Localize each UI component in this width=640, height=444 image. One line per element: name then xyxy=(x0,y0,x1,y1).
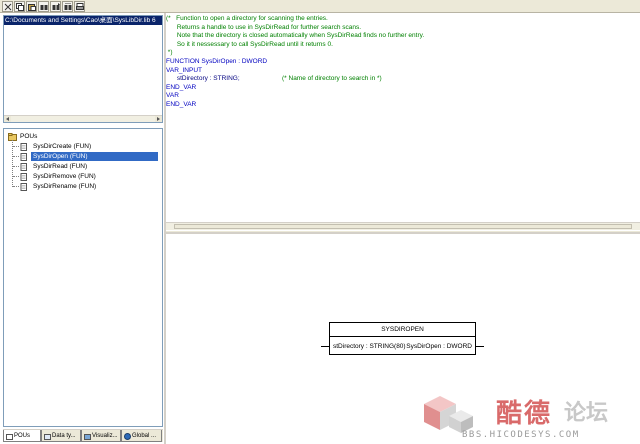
tab-label: Global ... xyxy=(132,433,157,439)
tab-label: Data ty... xyxy=(52,433,76,439)
declaration-horizontal-scrollbar[interactable] xyxy=(166,222,640,230)
function-block[interactable]: SYSDIROPEN stDirectory : STRING(80) SysD… xyxy=(329,322,476,355)
watermark-brand: 酷德 xyxy=(496,399,553,429)
find-icon[interactable] xyxy=(38,1,49,12)
code-line: VAR_INPUT xyxy=(166,66,202,74)
document-icon xyxy=(20,143,28,151)
code-line: FUNCTION SysDirOpen : DWORD xyxy=(166,58,268,65)
cut-icon[interactable] xyxy=(2,1,13,12)
tree-connector xyxy=(13,156,19,157)
code-line: Returns a handle to use in SysDirRead fo… xyxy=(166,23,362,31)
pou-tree: POUs SysDirCreate (FUN) SysDirOpen (FUN)… xyxy=(3,128,163,427)
document-icon xyxy=(20,153,28,161)
replace-icon[interactable] xyxy=(62,1,73,12)
watermark-url: BBS.HICODESYS.COM xyxy=(462,430,580,440)
tab-data-types[interactable]: Data ty... xyxy=(41,430,81,442)
code-line: END_VAR xyxy=(166,101,197,108)
toolbar xyxy=(0,0,640,13)
scroll-left-icon[interactable] xyxy=(4,116,11,122)
function-block-name: SYSDIROPEN xyxy=(381,326,424,333)
library-path[interactable]: C:\Documents and Settings\Cao\桌面\SysLibD… xyxy=(4,16,162,25)
code-line: So it it nessessary to call SysDirRead u… xyxy=(166,40,333,48)
tab-global-variables[interactable]: Global ... xyxy=(121,430,162,442)
code-line: (* Function to open a directory for scan… xyxy=(166,15,328,22)
code-line: VAR xyxy=(166,92,179,100)
library-horizontal-scrollbar[interactable] xyxy=(4,115,162,122)
library-pane: C:\Documents and Settings\Cao\桌面\SysLibD… xyxy=(3,15,163,123)
scrollbar-thumb[interactable] xyxy=(174,224,632,229)
code-line: *) xyxy=(166,49,173,57)
function-block-input: stDirectory : STRING(80) xyxy=(333,343,406,350)
document-icon xyxy=(20,183,28,191)
function-block-output: SysDirOpen : DWORD xyxy=(406,343,472,350)
tab-visualizations[interactable]: Visualiz... xyxy=(81,430,121,442)
tree-item-selected[interactable]: SysDirOpen (FUN) xyxy=(20,152,158,161)
code-comment: (* Name of directory to search in *) xyxy=(282,75,382,83)
object-tabs: POUs Data ty... Visualiz... Global ... xyxy=(3,429,163,442)
tree-connector xyxy=(13,186,19,187)
tree-connector xyxy=(13,166,19,167)
tree-item-label: SysDirRead (FUN) xyxy=(33,163,88,170)
tab-label: POUs xyxy=(14,433,31,439)
watermark-forum: 论坛 xyxy=(564,401,609,426)
tree-item-label: SysDirRemove (FUN) xyxy=(33,173,96,180)
find-next-icon[interactable] xyxy=(50,1,61,12)
tree-connector xyxy=(12,140,13,187)
scroll-right-icon[interactable] xyxy=(155,116,162,122)
globe-icon xyxy=(124,433,131,440)
pou-icon xyxy=(6,433,13,440)
tree-item-label: SysDirRename (FUN) xyxy=(33,183,97,190)
tree-connector xyxy=(13,146,19,147)
function-block-divider xyxy=(330,336,475,337)
document-icon xyxy=(20,163,28,171)
tree-item-label: SysDirOpen (FUN) xyxy=(31,152,158,161)
watermark: 酷德 论坛 BBS.HICODESYS.COM xyxy=(418,388,640,444)
tab-label: Visualiz... xyxy=(92,433,118,439)
output-pin xyxy=(476,346,484,347)
code-line: Note that the directory is closed automa… xyxy=(166,32,425,40)
declaration-editor[interactable]: (* Function to open a directory for scan… xyxy=(166,13,640,231)
tab-pous[interactable]: POUs xyxy=(3,430,41,442)
data-types-icon xyxy=(44,433,51,440)
copy-icon[interactable] xyxy=(14,1,25,12)
code-line: END_VAR xyxy=(166,83,197,91)
visualization-icon xyxy=(84,433,91,440)
document-icon xyxy=(20,173,28,181)
code-line: stDirectory : STRING; xyxy=(166,75,240,83)
tree-connector xyxy=(13,176,19,177)
tree-item-label: SysDirCreate (FUN) xyxy=(33,143,92,150)
input-pin xyxy=(321,346,329,347)
print-icon[interactable] xyxy=(74,1,85,12)
paste-icon[interactable] xyxy=(26,1,37,12)
tree-root-label: POUs xyxy=(20,133,38,140)
